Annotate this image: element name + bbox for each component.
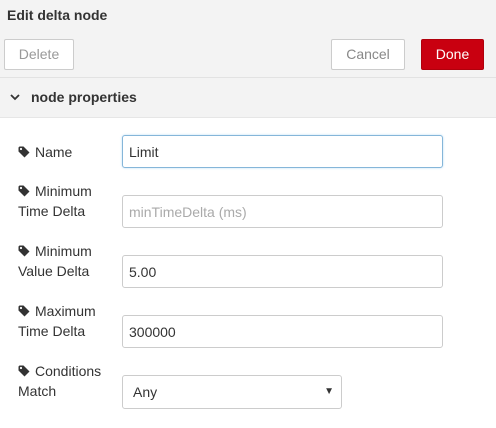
min-time-delta-label: Minimum Time Delta [18, 181, 92, 221]
conditions-match-label-line2: Match [18, 383, 57, 399]
dialog-title: Edit delta node [7, 7, 108, 23]
min-value-delta-label-line2: Value Delta [18, 263, 90, 279]
min-value-delta-label: Minimum Value Delta [18, 241, 92, 281]
tag-icon [18, 305, 30, 317]
min-value-delta-label-line1: Minimum [35, 243, 92, 259]
max-time-delta-input[interactable] [122, 315, 443, 348]
conditions-match-select[interactable]: Any ▼ [122, 375, 342, 409]
dialog-header: Edit delta node [0, 0, 496, 32]
name-label: Name [18, 142, 72, 162]
max-time-delta-label-line2: Time Delta [18, 323, 86, 339]
min-value-delta-input[interactable] [122, 255, 443, 288]
conditions-match-selected: Any [133, 384, 158, 400]
conditions-match-label: Conditions Match [18, 361, 101, 401]
dialog-toolbar: Delete Cancel Done [0, 32, 496, 78]
tag-icon [18, 185, 30, 197]
chevron-down-icon [10, 94, 20, 101]
tag-icon [18, 245, 30, 257]
min-time-delta-input[interactable] [122, 195, 443, 228]
done-button[interactable]: Done [421, 39, 484, 70]
min-time-delta-label-line1: Minimum [35, 183, 92, 199]
name-input[interactable] [122, 135, 443, 168]
name-label-text: Name [35, 144, 73, 160]
max-time-delta-label-line1: Maximum [35, 303, 96, 319]
node-properties-section-header[interactable]: node properties [0, 78, 496, 118]
conditions-match-label-line1: Conditions [35, 363, 102, 379]
tag-icon [18, 146, 30, 158]
delete-button[interactable]: Delete [4, 39, 74, 70]
min-time-delta-label-line2: Time Delta [18, 203, 86, 219]
dropdown-arrow-icon: ▼ [324, 386, 334, 397]
section-title: node properties [31, 89, 137, 105]
tag-icon [18, 365, 30, 377]
cancel-button[interactable]: Cancel [331, 39, 405, 70]
max-time-delta-label: Maximum Time Delta [18, 301, 96, 341]
